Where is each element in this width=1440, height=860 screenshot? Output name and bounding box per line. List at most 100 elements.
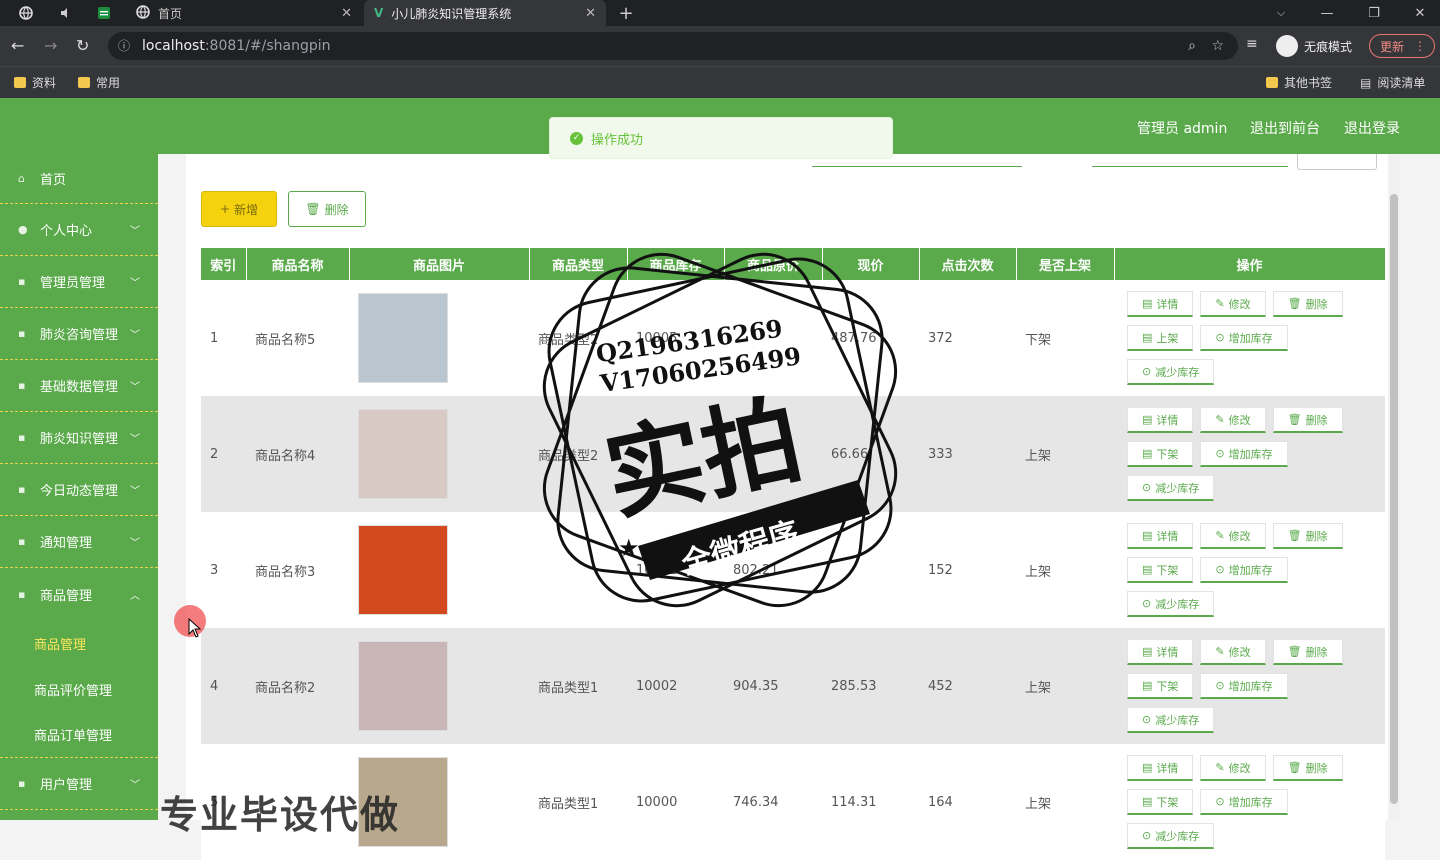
toggle-shelf-button[interactable]: ▤ 下架 (1127, 557, 1194, 583)
detail-button[interactable]: ▤ 详情 (1127, 407, 1194, 433)
remove-button[interactable]: 🗑 删除 (1272, 523, 1343, 549)
column-header: 现价 (822, 248, 920, 280)
chevron-up-icon: ︿ (130, 590, 140, 602)
remove-button[interactable]: 🗑 删除 (1272, 291, 1343, 317)
update-button[interactable]: 更新 ⋮ (1369, 34, 1435, 58)
product-thumbnail[interactable] (358, 409, 448, 499)
url-input[interactable]: ⓘ localhost:8081/#/shangpin ⌕ ☆ (108, 32, 1238, 60)
sidebar-item-goods[interactable]: ▪ 商品管理 ︿ (0, 568, 158, 620)
goods-icon: ▪ (18, 587, 26, 601)
product-thumbnail[interactable] (358, 525, 448, 615)
edit-button[interactable]: ✎ 修改 (1200, 755, 1266, 781)
cell-price (822, 512, 919, 628)
forward-icon[interactable]: → (44, 36, 57, 55)
sidebar-item-notice[interactable]: ▪ 通知管理 ﹀ (0, 516, 158, 568)
sidebar-subitem-goods[interactable]: 商品管理 (0, 620, 158, 666)
reduce-stock-button[interactable]: ⊙ 减少库存 (1127, 707, 1215, 733)
info-icon[interactable]: ⓘ (118, 32, 130, 60)
reading-list-icon[interactable]: ≡ (1246, 36, 1258, 52)
star-icon[interactable]: ☆ (1211, 32, 1224, 60)
reduce-stock-button[interactable]: ⊙ 减少库存 (1127, 359, 1215, 385)
chevron-down-icon: ﹀ (130, 278, 140, 289)
sidebar-item-knowledge[interactable]: ▪ 肺炎知识管理 ﹀ (0, 412, 158, 464)
tab-label: 首页 (158, 6, 183, 21)
action-group: ▤ 详情 ✎ 修改 🗑 删除 ▤ 下架 ⊙ 增加库存 ⊙ 减少库存 (1123, 523, 1353, 617)
incognito-label: 无痕模式 (1304, 39, 1353, 54)
sidebar-subitem-reviews[interactable]: 商品评价管理 (0, 666, 158, 712)
new-tab-icon[interactable]: + (617, 3, 635, 24)
close-icon[interactable]: ✕ (341, 6, 352, 21)
sidebar-item-basedata[interactable]: ▪ 基础数据管理 ﹀ (0, 360, 158, 412)
detail-button[interactable]: ▤ 详情 (1127, 639, 1194, 665)
detail-button[interactable]: ▤ 详情 (1127, 523, 1194, 549)
globe-icon[interactable] (17, 4, 35, 22)
logout-link[interactable]: 退出登录 (1344, 118, 1400, 138)
remove-button[interactable]: 🗑 删除 (1272, 639, 1343, 665)
action-group: ▤ 详情 ✎ 修改 🗑 删除 ▤ 上架 ⊙ 增加库存 ⊙ 减少库存 (1123, 291, 1353, 385)
edit-button[interactable]: ✎ 修改 (1200, 291, 1266, 317)
other-bookmarks[interactable]: 其他书签 (1266, 74, 1332, 91)
reduce-stock-button[interactable]: ⊙ 减少库存 (1127, 475, 1215, 501)
add-stock-button[interactable]: ⊙ 增加库存 (1200, 673, 1288, 699)
close-icon[interactable]: ✕ (585, 6, 596, 21)
detail-button[interactable]: ▤ 详情 (1127, 755, 1194, 781)
tab-system[interactable]: V 小儿肺炎知识管理系统 ✕ (364, 0, 606, 26)
scrollbar-thumb[interactable] (1390, 194, 1398, 804)
edit-button[interactable]: ✎ 修改 (1200, 639, 1266, 665)
reduce-stock-button[interactable]: ⊙ 减少库存 (1127, 591, 1215, 617)
add-stock-button[interactable]: ⊙ 增加库存 (1200, 557, 1288, 583)
table-row: 2 商品名称4 商品类型2 66.66 333 上架 ▤ 详情 ✎ 修改 🗑 删除 ▤ 下架 ⊙ 增加库存 ⊙ 减… (201, 396, 1385, 512)
home-icon: ⌂ (18, 172, 25, 185)
edit-button[interactable]: ✎ 修改 (1200, 523, 1266, 549)
minimize-icon[interactable]: — (1318, 4, 1336, 22)
bookmark-folder[interactable]: 常用 (78, 74, 120, 91)
reduce-stock-button[interactable]: ⊙ 减少库存 (1127, 823, 1215, 849)
sidebar-item-users[interactable]: ▪ 用户管理 ﹀ (0, 758, 158, 810)
search-button[interactable] (1297, 154, 1377, 170)
add-stock-button[interactable]: ⊙ 增加库存 (1200, 325, 1288, 351)
restore-icon[interactable]: ❐ (1365, 4, 1383, 22)
sidebar-item-admins[interactable]: ▪ 管理员管理 ﹀ (0, 256, 158, 308)
remove-button[interactable]: 🗑 删除 (1272, 755, 1343, 781)
reading-list[interactable]: ▤ 阅读清单 (1360, 74, 1425, 91)
search-field-underline[interactable] (812, 166, 1022, 167)
sidebar-item-consult[interactable]: ▪ 肺炎咨询管理 ﹀ (0, 308, 158, 360)
action-group: ▤ 详情 ✎ 修改 🗑 删除 ▤ 下架 ⊙ 增加库存 ⊙ 减少库存 (1123, 755, 1353, 849)
edit-button[interactable]: ✎ 修改 (1200, 407, 1266, 433)
cell-actions: ▤ 详情 ✎ 修改 🗑 删除 ▤ 下架 ⊙ 增加库存 ⊙ 减少库存 (1114, 396, 1385, 512)
scrollbar[interactable] (1388, 154, 1400, 820)
detail-button[interactable]: ▤ 详情 (1127, 291, 1194, 317)
tab-home[interactable]: 首页 ✕ (126, 0, 362, 26)
speaker-icon[interactable] (57, 4, 75, 22)
reload-icon[interactable]: ↻ (76, 36, 89, 55)
close-window-icon[interactable]: ✕ (1411, 4, 1429, 22)
product-thumbnail[interactable] (358, 641, 448, 731)
delete-button[interactable]: 🗑 删除 (288, 191, 366, 227)
pencil-icon: ✎ (1215, 761, 1225, 774)
add-stock-button[interactable]: ⊙ 增加库存 (1200, 789, 1288, 815)
back-icon[interactable]: ← (11, 36, 24, 55)
sidebar-item-news[interactable]: ▪ 今日动态管理 ﹀ (0, 464, 158, 516)
zoom-icon[interactable]: ⌕ (1188, 32, 1196, 60)
table-header-row: 索引 商品名称 商品图片 商品类型 商品库存 商品原价 现价 点击次数 是否上架… (201, 248, 1386, 280)
add-stock-button[interactable]: ⊙ 增加库存 (1200, 441, 1288, 467)
toggle-shelf-button[interactable]: ▤ 下架 (1127, 789, 1194, 815)
toggle-shelf-button[interactable]: ▤ 上架 (1127, 325, 1194, 351)
toggle-shelf-button[interactable]: ▤ 下架 (1127, 673, 1194, 699)
product-thumbnail[interactable] (358, 293, 448, 383)
add-button[interactable]: + 新增 (201, 191, 277, 227)
exit-to-front-link[interactable]: 退出到前台 (1250, 118, 1320, 138)
sidebar-item-home[interactable]: ⌂ 首页 (0, 154, 158, 204)
sidebar-item-label: 管理员管理 (40, 276, 106, 291)
incognito-indicator[interactable]: 无痕模式 (1276, 35, 1352, 57)
bookmark-folder[interactable]: 资料 (14, 74, 56, 91)
search-field-underline[interactable] (1092, 166, 1288, 167)
cell-type: 商品类型1 (529, 628, 627, 744)
sidebar-item-personal[interactable]: ● 个人中心 ﹀ (0, 204, 158, 256)
cell-index: 2 (201, 396, 246, 512)
toggle-shelf-button[interactable]: ▤ 下架 (1127, 441, 1194, 467)
sidebar-subitem-orders[interactable]: 商品订单管理 (0, 712, 158, 758)
remove-button[interactable]: 🗑 删除 (1272, 407, 1343, 433)
chevron-down-icon[interactable]: ⌵ (1272, 4, 1290, 22)
sheet-icon[interactable] (95, 4, 113, 22)
